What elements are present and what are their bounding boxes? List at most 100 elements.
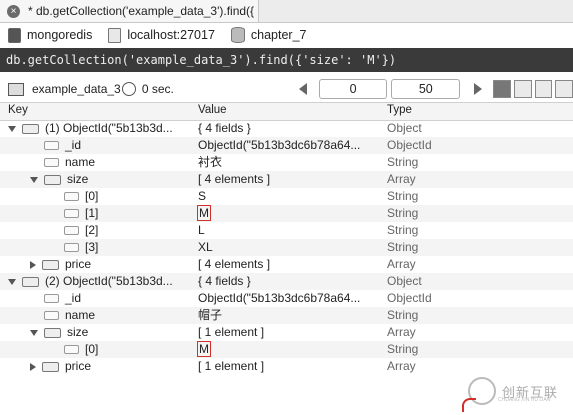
limit-input[interactable]: 50 (391, 79, 461, 99)
database-icon (230, 27, 245, 43)
server-label: mongoredis (27, 28, 93, 42)
table-row[interactable]: [0] S String (0, 188, 573, 205)
field-icon (64, 243, 79, 252)
table-row[interactable]: price [ 4 elements ] Array (0, 256, 573, 273)
table-view-button[interactable] (513, 80, 532, 98)
row-value: [ 1 element ] (198, 359, 265, 373)
expand-toggle[interactable] (8, 125, 16, 132)
database-label: chapter_7 (250, 28, 307, 42)
row-value: ObjectId("5b13b3dc6b78a64... (198, 291, 361, 305)
row-type: Array (387, 359, 416, 373)
row-type: String (387, 240, 419, 254)
execution-time: 0 sec. (121, 82, 289, 96)
collapse-toggle[interactable] (30, 362, 36, 371)
table-row[interactable]: size [ 1 element ] Array (0, 324, 573, 341)
row-value-highlighted: M (197, 205, 211, 221)
row-key: _id (65, 291, 82, 305)
table-row[interactable]: price [ 1 element ] Array (0, 358, 573, 375)
row-type: String (387, 342, 419, 356)
row-type: String (387, 308, 419, 322)
row-key: price (65, 359, 92, 373)
table-row[interactable]: (1) ObjectId("5b13b3d... { 4 fields } Ob… (0, 120, 573, 137)
row-type: Array (387, 325, 416, 339)
host-icon (108, 27, 122, 43)
row-key: (2) ObjectId("5b13b3d... (45, 274, 173, 288)
host-label: localhost:27017 (127, 28, 215, 42)
row-key: [3] (85, 240, 99, 254)
row-value: 帽子 (198, 308, 223, 322)
more-view-button[interactable] (555, 80, 573, 98)
field-icon (44, 294, 59, 303)
decorative-mark (462, 398, 476, 412)
row-key: [1] (85, 206, 99, 220)
row-value: ObjectId("5b13b3dc6b78a64... (198, 138, 361, 152)
connection-database: chapter_7 (230, 27, 307, 43)
collection-name: example_data_3 (32, 82, 121, 96)
field-icon (44, 141, 59, 150)
row-key: name (65, 308, 96, 322)
query-editor[interactable]: db.getCollection('example_data_3').find(… (0, 48, 573, 72)
field-icon (64, 226, 79, 235)
expand-toggle[interactable] (30, 176, 38, 183)
table-row[interactable]: [1] M String (0, 205, 573, 222)
table-row[interactable]: name 衬衣 String (0, 154, 573, 171)
object-icon (22, 276, 39, 287)
row-type: String (387, 155, 419, 169)
row-type: String (387, 223, 419, 237)
row-type: Object (387, 121, 422, 135)
field-icon (64, 192, 79, 201)
table-row[interactable]: [2] L String (0, 222, 573, 239)
row-type: Object (387, 274, 422, 288)
column-header: Key Value Type (0, 103, 573, 121)
row-key: [0] (85, 342, 99, 356)
row-value: { 4 fields } (198, 274, 251, 288)
row-type: String (387, 189, 419, 203)
text-view-button[interactable] (534, 80, 553, 98)
row-value: 衬衣 (198, 155, 223, 169)
row-type: ObjectId (387, 138, 432, 152)
array-icon (44, 174, 61, 185)
row-value: S (198, 189, 207, 203)
next-page-button[interactable] (474, 83, 483, 95)
skip-input[interactable]: 0 (318, 79, 388, 99)
column-type[interactable]: Type (387, 104, 412, 116)
collection-icon (8, 82, 24, 96)
row-value: [ 1 element ] (198, 325, 265, 339)
table-row[interactable]: [0] M String (0, 341, 573, 358)
connection-server: mongoredis (8, 27, 93, 43)
close-icon[interactable]: × (7, 4, 20, 18)
collapse-toggle[interactable] (30, 260, 36, 269)
row-key: _id (65, 138, 82, 152)
row-type: String (387, 206, 419, 220)
tab-bar: × * db.getCollection('example_data_3').f… (0, 0, 573, 23)
column-value[interactable]: Value (198, 104, 227, 116)
object-icon (22, 123, 39, 134)
field-icon (44, 311, 59, 320)
row-value-highlighted: M (197, 341, 211, 357)
tree-view-button[interactable] (493, 80, 511, 98)
table-row[interactable]: _id ObjectId("5b13b3dc6b78a64... ObjectI… (0, 290, 573, 307)
table-row[interactable]: size [ 4 elements ] Array (0, 171, 573, 188)
row-key: [0] (85, 189, 99, 203)
table-row[interactable]: name 帽子 String (0, 307, 573, 324)
table-row[interactable]: [3] XL String (0, 239, 573, 256)
field-icon (64, 345, 79, 354)
time-label: 0 sec. (141, 82, 174, 96)
expand-toggle[interactable] (8, 278, 16, 285)
array-icon (42, 259, 59, 270)
server-icon (8, 27, 21, 43)
clock-icon (121, 82, 136, 96)
connection-host: localhost:27017 (108, 27, 215, 43)
expand-toggle[interactable] (30, 329, 38, 336)
connection-bar: mongoredis localhost:27017 chapter_7 (0, 24, 573, 46)
tab-title: * db.getCollection('example_data_3').fin… (28, 4, 255, 18)
row-key: name (65, 155, 96, 169)
row-value: { 4 fields } (198, 121, 251, 135)
table-row[interactable]: (2) ObjectId("5b13b3d... { 4 fields } Ob… (0, 273, 573, 290)
field-icon (44, 158, 59, 167)
column-key[interactable]: Key (8, 104, 28, 116)
table-row[interactable]: _id ObjectId("5b13b3dc6b78a64... ObjectI… (0, 137, 573, 154)
row-value: [ 4 elements ] (198, 172, 271, 186)
prev-page-button[interactable] (298, 83, 307, 95)
query-tab[interactable]: × * db.getCollection('example_data_3').f… (0, 0, 259, 22)
